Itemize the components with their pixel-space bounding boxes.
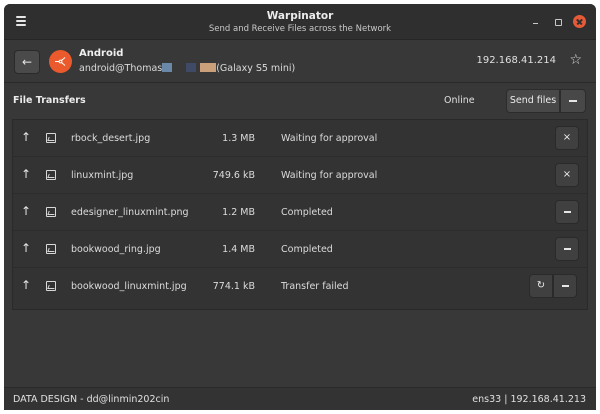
file-name: linuxmint.jpg: [71, 170, 134, 181]
upload-arrow-icon: ↑: [21, 130, 32, 144]
redaction-block: [186, 63, 197, 72]
status-bar: DATA DESIGN - dd@linmin202cin ens33 | 19…: [4, 387, 596, 410]
image-file-icon: [46, 244, 56, 254]
window-subtitle: Send and Receive Files across the Networ…: [208, 24, 392, 34]
transfer-status: Waiting for approval: [281, 170, 378, 181]
file-size: 1.2 MB: [222, 207, 255, 218]
send-files-button[interactable]: Send files: [506, 89, 560, 113]
transfer-status: Transfer failed: [281, 281, 349, 292]
maximize-icon[interactable]: [552, 16, 564, 28]
file-size: 774.1 kB: [212, 281, 255, 292]
peer-user: android@Thomas (Galaxy S5 mini): [79, 63, 295, 74]
title-bar: Warpinator Send and Receive Files across…: [4, 4, 596, 40]
transfer-status: Waiting for approval: [281, 133, 378, 144]
remove-transfer-button[interactable]: [555, 200, 579, 224]
remove-transfer-button[interactable]: [555, 237, 579, 261]
transfer-status: Completed: [281, 244, 333, 255]
file-name: bookwood_ring.jpg: [71, 244, 161, 255]
remove-transfer-button[interactable]: [553, 274, 577, 298]
upload-arrow-icon: ↑: [21, 204, 32, 218]
cancel-transfer-button[interactable]: ×: [555, 126, 579, 150]
transfer-row: ↑ bookwood_ring.jpg 1.4 MB Completed: [13, 231, 587, 268]
peer-ip: 192.168.41.214: [476, 55, 556, 66]
file-size: 1.3 MB: [222, 133, 255, 144]
peer-avatar-icon: [49, 50, 72, 73]
image-file-icon: [46, 207, 56, 217]
window-title: Warpinator: [266, 10, 334, 22]
local-user: DATA DESIGN - dd@linmin202cin: [13, 394, 170, 405]
peer-user-prefix: android@Thomas: [79, 63, 163, 74]
redaction-block: [162, 63, 173, 72]
favorite-star-icon[interactable]: ☆: [569, 52, 582, 68]
redaction-block: [200, 63, 217, 72]
file-size: 749.6 kB: [212, 170, 255, 181]
peer-name: Android: [79, 48, 124, 59]
file-size: 1.4 MB: [222, 244, 255, 255]
upload-arrow-icon: ↑: [21, 241, 32, 255]
upload-arrow-icon: ↑: [21, 167, 32, 181]
transfer-row: ↑ linuxmint.jpg 749.6 kB Waiting for approv…: [13, 157, 587, 194]
retry-transfer-button[interactable]: ↻: [529, 274, 553, 298]
upload-arrow-icon: ↑: [21, 278, 32, 292]
peer-user-suffix: (Galaxy S5 mini): [216, 63, 296, 74]
back-button[interactable]: ←: [14, 50, 40, 74]
minimize-icon[interactable]: [530, 16, 542, 28]
redaction-block: [172, 63, 186, 72]
file-name: bookwood_linuxmint.jpg: [71, 281, 187, 292]
transfer-row: ↑ edesigner_linuxmint.png 1.2 MB Completed: [13, 194, 587, 231]
transfer-row: ↑ rbock_desert.jpg 1.3 MB Waiting for appro…: [13, 120, 587, 157]
divider: [4, 82, 596, 83]
file-name: edesigner_linuxmint.png: [71, 207, 189, 218]
clear-transfers-button[interactable]: [560, 89, 586, 113]
image-file-icon: [46, 133, 56, 143]
transfer-status: Completed: [281, 207, 333, 218]
app-window: Warpinator Send and Receive Files across…: [4, 4, 596, 410]
image-file-icon: [46, 281, 56, 291]
cancel-transfer-button[interactable]: ×: [555, 163, 579, 187]
transfer-row: ↑ bookwood_linuxmint.jpg 774.1 kB Transfer …: [13, 268, 587, 305]
image-file-icon: [46, 170, 56, 180]
close-icon[interactable]: [573, 15, 586, 28]
section-title: File Transfers: [13, 95, 86, 106]
file-name: rbock_desert.jpg: [71, 133, 151, 144]
transfer-list: ↑ rbock_desert.jpg 1.3 MB Waiting for appro…: [12, 119, 588, 310]
peer-status: Online: [444, 95, 475, 106]
local-network: ens33 | 192.168.41.213: [472, 394, 586, 405]
